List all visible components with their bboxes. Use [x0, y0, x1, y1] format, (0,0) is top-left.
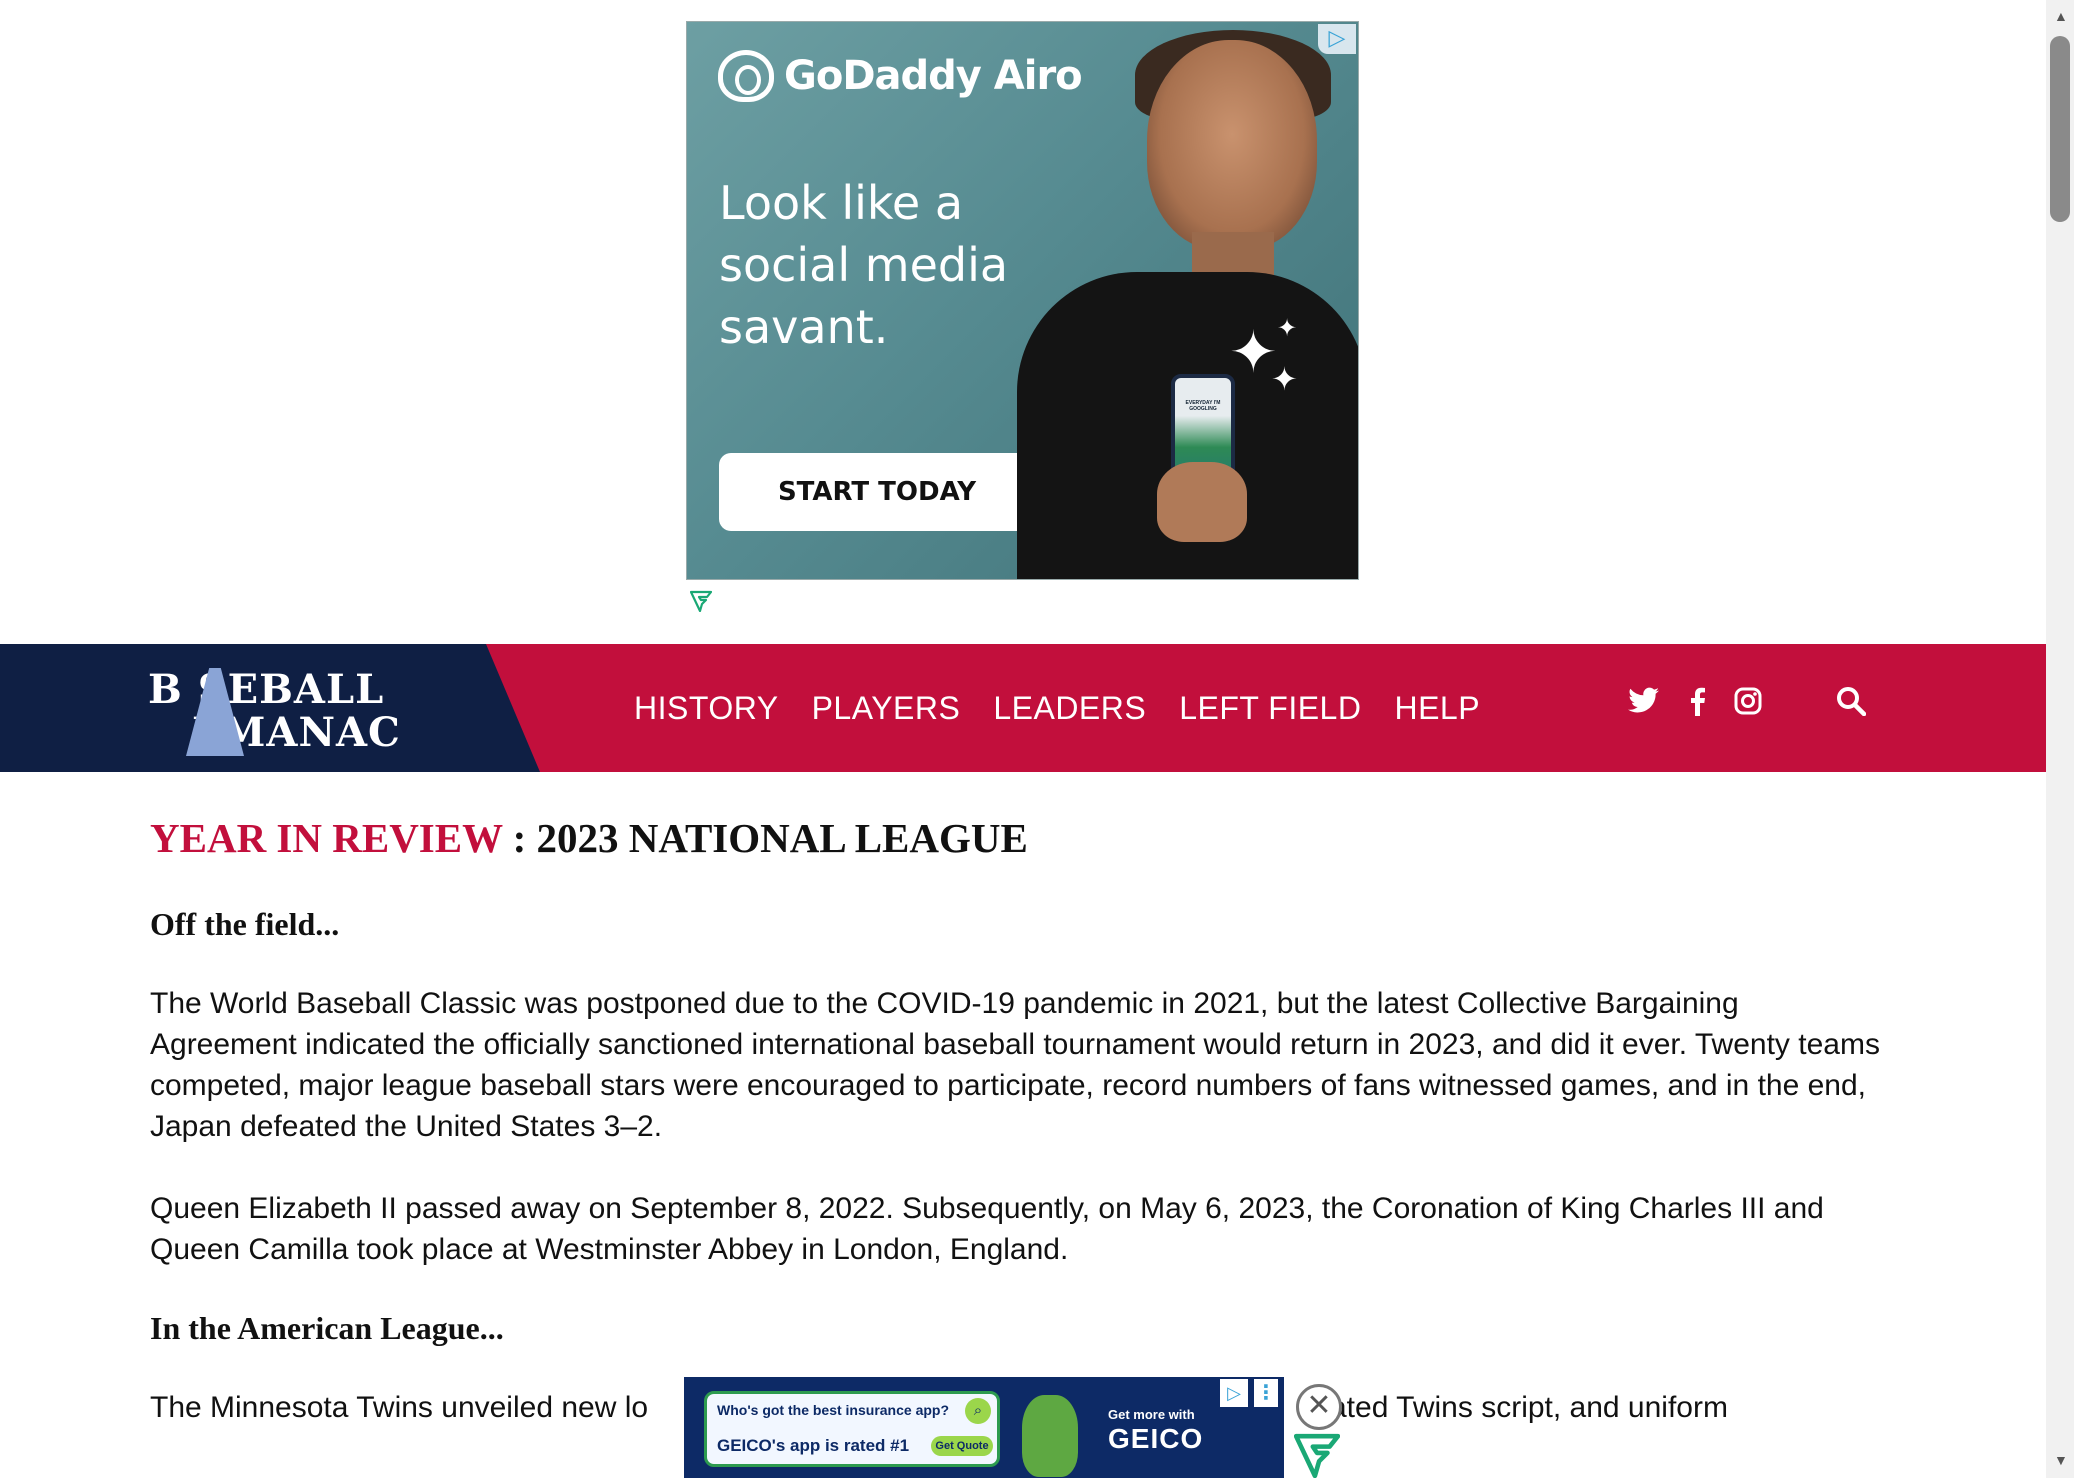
instagram-icon[interactable] — [1734, 687, 1762, 720]
adchoices-icon[interactable]: ▷ — [1220, 1379, 1248, 1407]
geico-question: Who's got the best insurance app? — [717, 1402, 950, 1418]
social-links — [1628, 686, 1762, 721]
freestar-icon[interactable] — [689, 590, 713, 618]
baseball-almanac-logo[interactable]: B SEBALL LMANAC — [148, 666, 401, 756]
gecko-mascot — [1022, 1395, 1078, 1477]
nav-history[interactable]: HISTORY — [634, 690, 779, 727]
paragraph-twins-end: ated Twins script, and uniform — [1330, 1391, 1728, 1424]
scroll-down-arrow-icon[interactable]: ▼ — [2054, 1452, 2068, 1468]
nav-players[interactable]: PLAYERS — [812, 690, 961, 727]
paragraph-wbc: The World Baseball Classic was postponed… — [150, 987, 1880, 1143]
article-body: YEAR IN REVIEW : 2023 NATIONAL LEAGUE Of… — [150, 814, 1890, 1428]
geico-logo: GEICO — [1108, 1423, 1204, 1454]
paragraph-twins-start: The Minnesota Twins unveiled new lo — [150, 1391, 649, 1424]
scrollbar-thumb[interactable] — [2050, 36, 2070, 222]
facebook-icon[interactable] — [1688, 686, 1706, 721]
close-ad-button[interactable]: ✕ — [1296, 1384, 1342, 1430]
search-icon[interactable] — [1836, 686, 1867, 721]
title-accent: YEAR IN REVIEW — [150, 815, 503, 861]
scroll-up-arrow-icon[interactable]: ▲ — [2054, 8, 2068, 24]
search-icon: ⌕ — [965, 1398, 991, 1424]
nav-help[interactable]: HELP — [1394, 690, 1480, 727]
geico-chat-bubble: Who's got the best insurance app? ⌕ GEIC… — [704, 1391, 1000, 1467]
nav-left-field[interactable]: LEFT FIELD — [1179, 690, 1361, 727]
section-heading-off-field: Off the field... — [150, 906, 340, 942]
nav-links: HISTORY PLAYERS LEADERS LEFT FIELD HELP — [634, 690, 1480, 727]
ad-headline: Look like a social media savant. — [719, 176, 1009, 354]
sparkle-icon: ✦ — [1277, 314, 1298, 342]
bottom-advertisement[interactable]: Who's got the best insurance app? ⌕ GEIC… — [684, 1377, 1284, 1478]
geico-tagline: Get more with — [1108, 1407, 1195, 1422]
ad-menu-icon[interactable]: ⋮ — [1254, 1379, 1278, 1407]
page-title: YEAR IN REVIEW : 2023 NATIONAL LEAGUE — [150, 814, 1890, 862]
main-navbar: B SEBALL LMANAC HISTORY PLAYERS LEADERS … — [0, 644, 2046, 772]
godaddy-logo: GoDaddy Airo — [718, 50, 1083, 102]
logo-text-line1: B SEBALL — [148, 666, 385, 713]
sparkle-icon: ✦ — [1271, 360, 1298, 398]
person-face — [1147, 40, 1317, 250]
nav-leaders[interactable]: LEADERS — [993, 690, 1146, 727]
person-hand — [1157, 462, 1247, 542]
phone-caption: EVERYDAY I'M GOOGLING — [1185, 400, 1221, 412]
page-scrollbar[interactable]: ▲ ▼ — [2046, 0, 2074, 1478]
section-heading-american-league: In the American League... — [150, 1310, 504, 1346]
paragraph-coronation: Queen Elizabeth II passed away on Septem… — [150, 1192, 1824, 1266]
adchoices-icon[interactable]: ▷ — [1318, 24, 1356, 54]
top-advertisement[interactable]: ▷ GoDaddy Airo Look like a social media … — [686, 21, 1359, 580]
godaddy-mark-icon — [718, 50, 774, 102]
geico-answer: GEICO's app is rated #1 — [717, 1436, 910, 1455]
freestar-icon[interactable] — [1293, 1432, 1341, 1478]
logo-text-line2: LMANAC — [192, 709, 401, 756]
start-today-button[interactable]: START TODAY — [719, 453, 1035, 531]
ad-brand: GoDaddy Airo — [784, 53, 1083, 99]
title-rest: : 2023 NATIONAL LEAGUE — [502, 815, 1028, 861]
get-quote-button[interactable]: Get Quote — [931, 1436, 993, 1456]
twitter-icon[interactable] — [1628, 687, 1660, 720]
